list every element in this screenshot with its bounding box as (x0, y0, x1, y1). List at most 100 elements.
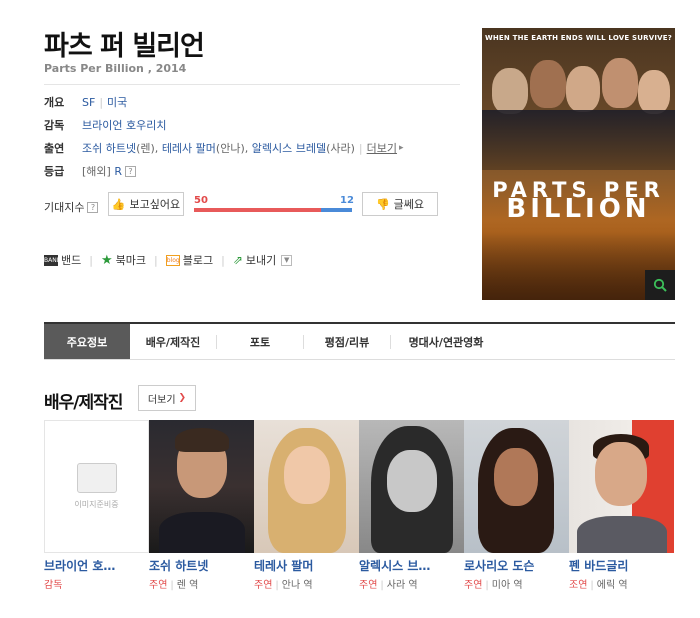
crew-type: 주연 (149, 580, 168, 591)
separator: | (99, 95, 104, 109)
band-label: 밴드 (61, 254, 82, 267)
crew-role: 사라 역 (386, 580, 418, 591)
bookmark-label: 북마크 (115, 254, 146, 267)
cast-label: 출연 (44, 142, 65, 155)
expectation-bar (194, 208, 352, 212)
movie-title: 파츠 퍼 빌리언 (44, 31, 205, 62)
blog-icon: blog (165, 254, 180, 266)
overview-label: 개요 (44, 96, 65, 109)
crew-card[interactable]: 알렉시스 브… 주연 | 사라 역 (359, 420, 464, 591)
actor-photo (464, 420, 569, 553)
share-row: BAND 밴드 | ★ 북마크 | blog 블로그 | ⇗ 보내기 ▼ (44, 252, 300, 268)
poster-figure (638, 70, 670, 114)
genre-link[interactable]: SF (82, 96, 95, 109)
more-button[interactable]: 더보기 ❯ (138, 385, 196, 411)
want-bar-fill (194, 208, 322, 212)
crew-name[interactable]: 펜 바드글리 (569, 557, 674, 574)
crew-role: 미아 역 (491, 580, 523, 591)
cast-link-3[interactable]: 알렉시스 브레델 (252, 140, 326, 156)
not-sure-button[interactable]: 👎 글쎄요 (362, 192, 438, 216)
bookmark-share[interactable]: ★ 북마크 (101, 252, 146, 268)
tab-main-info[interactable]: 주요정보 (44, 324, 130, 359)
poster-figure (492, 68, 528, 114)
actor-photo (149, 420, 254, 553)
cast-link-2[interactable]: 테레사 팔머 (162, 140, 216, 156)
poster-tagline: WHEN THE EARTH ENDS WILL LOVE SURVIVE? (484, 34, 673, 42)
blog-label: 블로그 (182, 254, 214, 267)
cast-role-2: (안나), (215, 142, 249, 155)
cast-role-1: (렌), (136, 142, 159, 155)
tab-cast-crew[interactable]: 배우/제작진 (130, 324, 216, 359)
cast-role-3: (사라) (326, 142, 355, 155)
help-icon[interactable]: ? (87, 201, 99, 213)
crew-card[interactable]: 펜 바드글리 조연 | 에릭 역 (569, 420, 674, 591)
rating-label: 등급 (44, 165, 65, 178)
no-image-text: 이미지준비중 (74, 500, 119, 509)
country-link[interactable]: 미국 (107, 94, 127, 110)
want-count: 50 (194, 195, 208, 206)
director-label: 감독 (44, 119, 65, 132)
want-button-label: 보고싶어요 (129, 198, 181, 211)
crew-role: 안나 역 (281, 580, 313, 591)
more-label: 더보기 (147, 394, 176, 406)
divider (44, 84, 460, 85)
section-title: 배우/제작진 (44, 393, 123, 413)
crew-type: 주연 (464, 580, 483, 591)
crew-name[interactable]: 조쉬 하트넷 (149, 557, 254, 574)
poster-shadow (482, 110, 675, 170)
chevron-right-icon: ▸ (399, 143, 404, 153)
tab-photo[interactable]: 포토 (217, 324, 303, 359)
tab-quotes-related[interactable]: 명대사/연관영화 (391, 324, 501, 359)
chevron-right-icon: ❯ (178, 393, 187, 403)
crew-role: 에릭 역 (596, 580, 628, 591)
poster-figure (530, 60, 566, 108)
expectation-label: 기대지수 (44, 201, 85, 214)
no-image-placeholder: 이미지준비중 (44, 420, 149, 553)
blog-share[interactable]: blog 블로그 (165, 252, 214, 268)
thumbs-up-icon: 👍 (111, 197, 126, 211)
nope-count: 12 (340, 195, 354, 206)
expectation-row: 기대지수 ? (44, 199, 99, 215)
tab-bar: 주요정보 배우/제작진 포토 평점/리뷰 명대사/연관영화 (44, 322, 675, 360)
want-to-see-button[interactable]: 👍 보고싶어요 (108, 192, 184, 216)
crew-type: 주연 (254, 580, 273, 591)
chevron-down-icon[interactable]: ▼ (281, 254, 293, 266)
search-icon (653, 278, 667, 292)
separator: | (358, 141, 363, 155)
actor-photo (569, 420, 674, 553)
actor-photo (254, 420, 359, 553)
crew-card[interactable]: 조쉬 하트넷 주연 | 렌 역 (149, 420, 254, 591)
band-icon: BAND (44, 254, 62, 266)
rating-overseas: [해외] (82, 165, 111, 178)
overview-row: 개요 SF | 미국 (44, 94, 127, 110)
separator: | (221, 253, 225, 267)
cast-more-link[interactable]: 더보기 (367, 140, 397, 156)
zoom-button[interactable] (645, 270, 675, 300)
director-link[interactable]: 브라이언 호우리치 (82, 117, 166, 133)
help-icon[interactable]: ? (124, 165, 136, 177)
actor-photo (359, 420, 464, 553)
send-share[interactable]: ⇗ 보내기 ▼ (232, 252, 293, 268)
crew-type: 감독 (44, 580, 63, 591)
thumbs-down-icon: 👎 (375, 197, 390, 211)
crew-name[interactable]: 테레사 팔머 (254, 557, 359, 574)
crew-type: 조연 (569, 580, 588, 591)
movie-poster[interactable]: WHEN THE EARTH ENDS WILL LOVE SURVIVE? P… (482, 28, 675, 300)
crew-name[interactable]: 알렉시스 브… (359, 557, 464, 574)
crew-card[interactable]: 로사리오 도슨 주연 | 미아 역 (464, 420, 569, 591)
crew-card[interactable]: 테레사 팔머 주연 | 안나 역 (254, 420, 359, 591)
send-label: 보내기 (245, 254, 277, 267)
rating-value: R (114, 164, 122, 178)
image-icon (76, 463, 117, 493)
director-row: 감독 브라이언 호우리치 (44, 117, 166, 133)
rating-row: 등급 [해외] R ? (44, 163, 136, 179)
send-icon: ⇗ (232, 253, 243, 267)
poster-figure (602, 58, 638, 108)
crew-name[interactable]: 로사리오 도슨 (464, 557, 569, 574)
crew-card[interactable]: 이미지준비중 브라이언 호… 감독 (44, 420, 149, 591)
tab-reviews[interactable]: 평점/리뷰 (304, 324, 390, 359)
cast-link-1[interactable]: 조쉬 하트넷 (82, 140, 136, 156)
crew-name[interactable]: 브라이언 호… (44, 557, 149, 574)
band-share[interactable]: BAND 밴드 (44, 252, 81, 268)
separator: | (154, 253, 158, 267)
